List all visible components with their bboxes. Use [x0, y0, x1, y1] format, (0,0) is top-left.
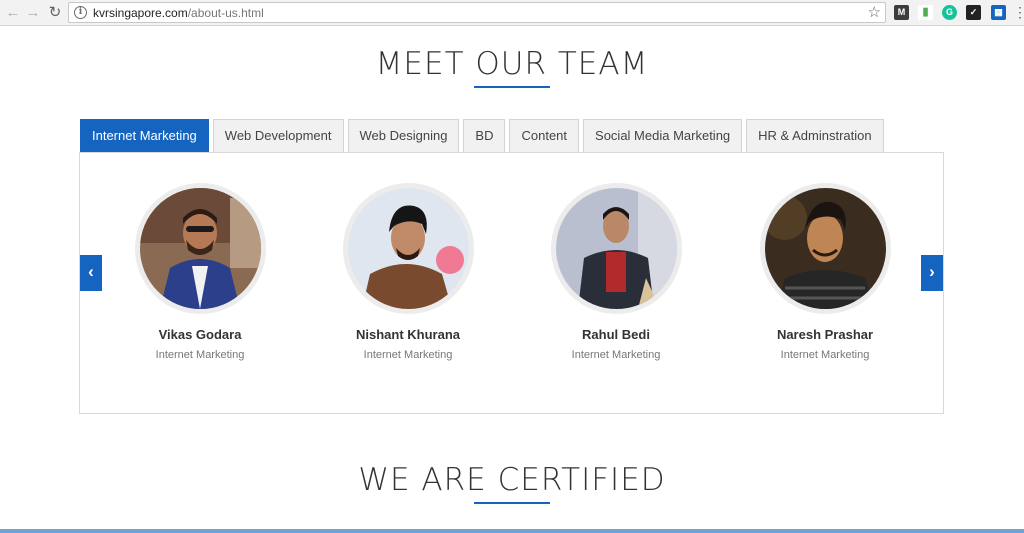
tab-web-development[interactable]: Web Development: [212, 119, 344, 152]
tab-bd[interactable]: BD: [463, 119, 506, 152]
carousel-next-button[interactable]: ›: [921, 255, 943, 291]
menu-icon[interactable]: ⋮: [1013, 3, 1024, 21]
avatar: [342, 183, 474, 314]
team-member-card: Naresh Prashar Internet Marketing: [735, 183, 915, 361]
team-carousel: ‹ › Vikas Godara Internet Marketing Nish…: [79, 152, 944, 414]
member-name: Rahul Bedi: [582, 327, 650, 342]
extension-m-icon[interactable]: M: [894, 5, 909, 20]
member-name: Naresh Prashar: [776, 327, 874, 342]
extension-chart-icon[interactable]: ▮: [918, 5, 933, 20]
back-icon[interactable]: ←: [4, 4, 22, 22]
member-name: Vikas Godara: [158, 327, 242, 342]
tab-web-designing[interactable]: Web Designing: [347, 119, 460, 152]
member-role: Internet Marketing: [571, 349, 661, 361]
os-taskbar: [0, 529, 1024, 533]
title-underline: [474, 86, 550, 88]
tab-content[interactable]: Content: [509, 119, 580, 152]
avatar: [550, 183, 682, 314]
avatar: [759, 183, 891, 314]
tab-hr-administration[interactable]: HR & Adminstration: [746, 119, 884, 152]
team-member-card: Nishant Khurana Internet Marketing: [318, 183, 498, 361]
title-underline: [474, 502, 550, 504]
browser-toolbar: ← → ↻ i kvrsingapore.com/about-us.html ☆…: [0, 0, 1024, 26]
url-path: /about-us.html: [187, 6, 264, 20]
url-text[interactable]: kvrsingapore.com/about-us.html: [93, 6, 264, 20]
department-tabs: Internet Marketing Web Development Web D…: [80, 119, 884, 153]
url-host: kvrsingapore.com: [93, 6, 188, 20]
extension-check-icon[interactable]: ✓: [966, 5, 981, 20]
chevron-left-icon: ‹: [88, 262, 94, 281]
member-name: Nishant Khurana: [355, 327, 460, 342]
chevron-right-icon: ›: [929, 262, 935, 281]
team-section-title: MEET OUR TEAM: [375, 46, 649, 82]
team-member-card: Vikas Godara Internet Marketing: [110, 183, 290, 361]
tab-internet-marketing[interactable]: Internet Marketing: [80, 119, 209, 152]
member-role: Internet Marketing: [780, 349, 870, 361]
member-role: Internet Marketing: [363, 349, 453, 361]
info-icon[interactable]: i: [74, 6, 87, 19]
star-icon[interactable]: ☆: [868, 3, 881, 21]
extension-grammarly-icon[interactable]: G: [942, 5, 957, 20]
certified-section-title: WE ARE CERTIFIED: [358, 462, 666, 498]
team-member-card: Rahul Bedi Internet Marketing: [526, 183, 706, 361]
tab-social-media-marketing[interactable]: Social Media Marketing: [583, 119, 743, 152]
address-bar[interactable]: i kvrsingapore.com/about-us.html ☆: [68, 2, 886, 23]
forward-icon[interactable]: →: [24, 4, 42, 22]
avatar: [134, 183, 266, 314]
reload-icon[interactable]: ↻: [46, 4, 64, 22]
extension-trello-icon[interactable]: ▦: [991, 5, 1006, 20]
carousel-prev-button[interactable]: ‹: [80, 255, 102, 291]
member-role: Internet Marketing: [155, 349, 245, 361]
